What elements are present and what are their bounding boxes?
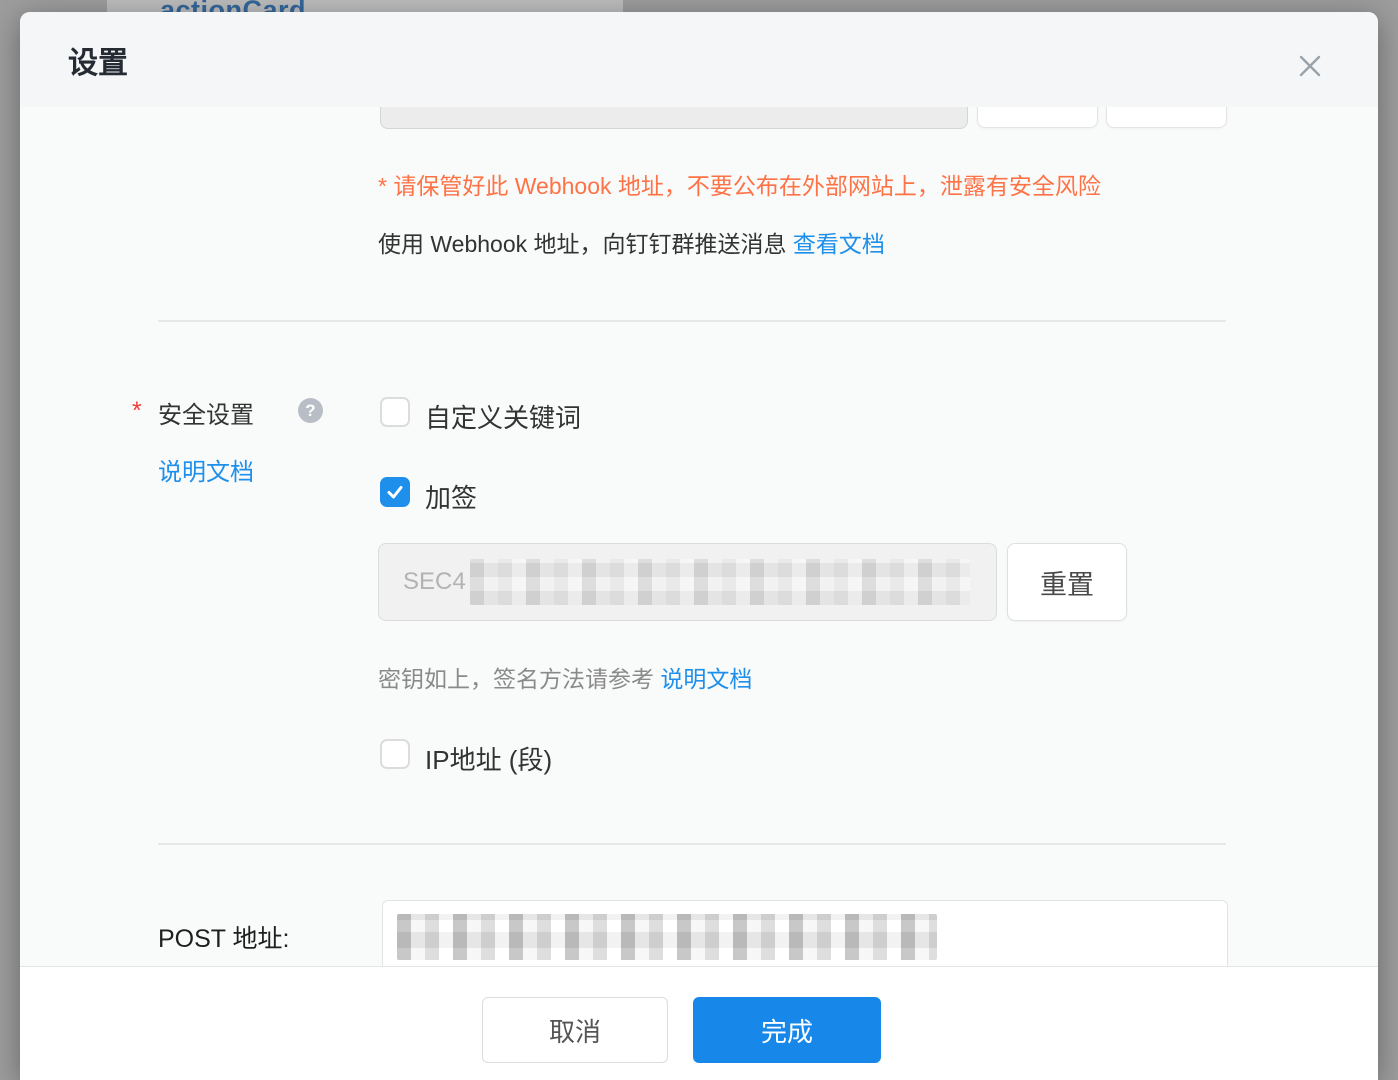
settings-dialog: 设置 * 请保管好此 Webhook 地址，不要公布在外部网站上，泄露有安全风险… [20, 12, 1378, 1080]
background-page-text: actionCard [160, 0, 623, 12]
close-icon[interactable] [1294, 50, 1326, 82]
webhook-warning-text: * 请保管好此 Webhook 地址，不要公布在外部网站上，泄露有安全风险 [378, 167, 1101, 201]
security-settings-label: 安全设置 [158, 395, 254, 430]
secret-key-prefix: SEC4 [403, 568, 466, 596]
sign-checkbox[interactable] [380, 477, 410, 507]
reset-secret-button[interactable]: 重置 [1007, 543, 1127, 621]
background-page-strip: actionCard [107, 0, 623, 12]
keyword-checkbox[interactable] [380, 397, 410, 427]
security-docs-link[interactable]: 说明文档 [158, 452, 254, 487]
webhook-usage-label: 使用 Webhook 地址，向钉钉群推送消息 [378, 231, 793, 257]
ip-checkbox[interactable] [380, 739, 410, 769]
dialog-title: 设置 [68, 38, 128, 82]
sign-hint-text: 密钥如上，签名方法请参考 说明文档 [378, 660, 752, 694]
sign-hint-label: 密钥如上，签名方法请参考 [378, 666, 660, 692]
dialog-body: * 请保管好此 Webhook 地址，不要公布在外部网站上，泄露有安全风险 使用… [20, 107, 1378, 966]
dialog-footer: 取消 完成 [20, 966, 1378, 1080]
view-docs-link[interactable]: 查看文档 [793, 231, 885, 257]
help-icon[interactable]: ? [298, 398, 323, 423]
ip-checkbox-label[interactable]: IP地址 (段) [425, 740, 552, 777]
checkmark-icon [385, 482, 405, 502]
webhook-reset-button[interactable] [1106, 107, 1227, 128]
secret-key-input[interactable]: SEC4 [378, 543, 997, 621]
webhook-copy-button[interactable] [977, 107, 1098, 128]
modal-backdrop: actionCard 设置 * 请保管好此 Webhook 地址，不要公布在外部… [0, 0, 1398, 1080]
sign-checkbox-label[interactable]: 加签 [425, 478, 477, 515]
post-address-label: POST 地址: [158, 919, 290, 955]
dialog-header: 设置 [20, 12, 1378, 107]
secret-key-redacted-blur [470, 559, 970, 605]
post-address-redacted-blur [397, 914, 937, 960]
cancel-button[interactable]: 取消 [482, 997, 668, 1063]
sign-docs-link[interactable]: 说明文档 [660, 666, 752, 692]
confirm-button[interactable]: 完成 [693, 997, 881, 1063]
webhook-url-input[interactable] [380, 107, 968, 129]
section-divider [158, 843, 1226, 845]
webhook-usage-text: 使用 Webhook 地址，向钉钉群推送消息 查看文档 [378, 225, 885, 259]
keyword-checkbox-label[interactable]: 自定义关键词 [425, 398, 581, 435]
post-address-input[interactable] [382, 900, 1228, 966]
section-divider [158, 320, 1226, 322]
required-asterisk: * [132, 397, 142, 426]
